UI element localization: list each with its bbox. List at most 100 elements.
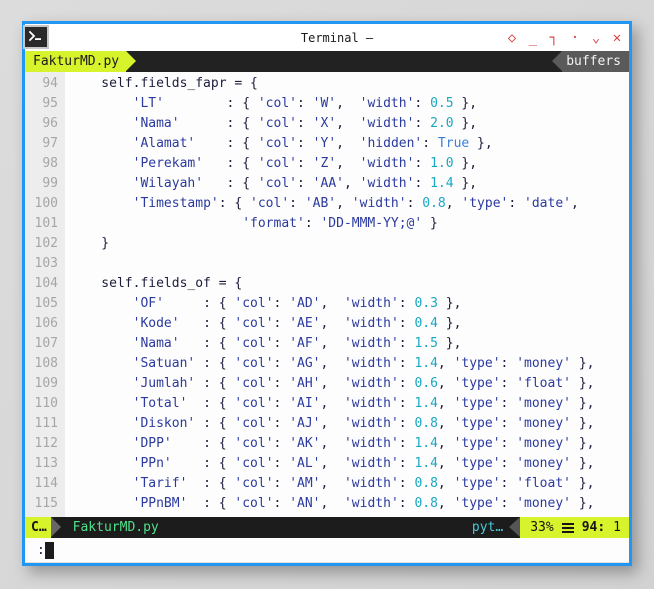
command-line[interactable]: : <box>25 538 629 563</box>
code-token-str: 'width' <box>359 116 415 131</box>
code-token-str: 'width' <box>359 96 415 111</box>
maximize-button[interactable]: ┐ <box>546 29 562 47</box>
buffers-separator-arrow-icon <box>552 51 563 71</box>
tab-fakturmd-py[interactable]: FakturMD.py <box>25 51 127 72</box>
code-token-plain: , <box>320 316 344 331</box>
code-token-num: 0.6 <box>414 376 438 391</box>
code-line[interactable]: 'Diskon' : { 'col': 'AJ', 'width': 0.8, … <box>70 414 629 434</box>
tab-line-filler <box>136 51 553 72</box>
code-token-str: 'col' <box>234 356 274 371</box>
code-token-str: 'width' <box>343 356 399 371</box>
code-line[interactable]: } <box>70 514 629 517</box>
code-token-str: 'width' <box>343 496 399 511</box>
code-line[interactable]: 'Nama' : { 'col': 'AF', 'width': 1.5 }, <box>70 334 629 354</box>
line-number: 102 <box>34 236 58 251</box>
code-token-num: 1.4 <box>414 396 438 411</box>
editor-area[interactable]: 94 95 96 97 98 99 100 101 102 103 104 105 106 107 108 1… <box>25 72 629 517</box>
command-prompt: : <box>37 542 45 558</box>
code-token-plain: : { <box>195 356 235 371</box>
code-line[interactable]: 'Wilayah' : { 'col': 'AA', 'width': 1.4 … <box>70 174 629 194</box>
line-number: 105 <box>34 296 58 311</box>
code-token-plain: : <box>508 196 525 211</box>
code-line[interactable]: 'DPP' : { 'col': 'AK', 'width': 1.4, 'ty… <box>70 434 629 454</box>
line-number: 115 <box>34 496 58 511</box>
line-number: 96 <box>42 116 58 131</box>
code-line[interactable]: 'Total' : { 'col': 'AI', 'width': 1.4, '… <box>70 394 629 414</box>
code-token-plain: : <box>297 96 313 111</box>
shade-button[interactable]: ◇ <box>504 29 520 47</box>
line-number: 103 <box>34 256 58 271</box>
lower-button[interactable]: ⌄ <box>588 29 604 47</box>
code-line[interactable]: self.fields_of = { <box>70 274 629 294</box>
code-token-str: 'type' <box>453 436 501 451</box>
code-token-str: 'AJ' <box>289 416 321 431</box>
code-line[interactable]: 'OF' : { 'col': 'AD', 'width': 0.3 }, <box>70 294 629 314</box>
code-line[interactable]: 'Tarif' : { 'col': 'AM', 'width': 0.8, '… <box>70 474 629 494</box>
code-token-str: 'col' <box>234 456 274 471</box>
code-line[interactable]: self.fields_fapr = { <box>70 74 629 94</box>
code-line[interactable]: 'Kode' : { 'col': 'AE', 'width': 0.4 }, <box>70 314 629 334</box>
code-line[interactable]: 'Perekam' : { 'col': 'Z', 'width': 1.0 }… <box>70 154 629 174</box>
close-button[interactable]: ✕ <box>609 29 625 47</box>
code-token-plain: : <box>500 436 517 451</box>
code-content[interactable]: self.fields_fapr = { 'LT' : { 'col': 'W'… <box>65 72 629 517</box>
code-token-str: 'Diskon' <box>132 416 196 431</box>
code-token-str: 'Nama' <box>132 336 180 351</box>
code-token-str: 'Tarif' <box>132 476 188 491</box>
status-line-number: 94: <box>581 520 606 535</box>
code-token-str: 'DD-MMM-YY;@' <box>320 216 423 231</box>
code-line[interactable]: 'PPnBM' : { 'col': 'AN', 'width': 0.8, '… <box>70 494 629 514</box>
code-token-plain: }, <box>571 496 595 511</box>
code-line[interactable]: 'Satuan' : { 'col': 'AG', 'width': 1.4, … <box>70 354 629 374</box>
code-token-plain: , <box>320 396 344 411</box>
code-line[interactable]: 'Alamat' : { 'col': 'Y', 'hidden': True … <box>70 134 629 154</box>
code-token-num: 1.4 <box>430 176 454 191</box>
code-line[interactable]: 'format': 'DD-MMM-YY;@' } <box>70 214 629 234</box>
code-token-plain: : { <box>195 136 258 151</box>
code-line[interactable] <box>70 254 629 274</box>
code-line[interactable]: 'Nama' : { 'col': 'X', 'width': 2.0 }, <box>70 114 629 134</box>
code-token-str: 'col' <box>257 136 298 151</box>
code-token-str: 'col' <box>257 156 298 171</box>
code-token-plain: : <box>273 456 290 471</box>
code-line[interactable]: 'Timestamp': { 'col': 'AB', 'width': 0.8… <box>70 194 629 214</box>
code-token-plain: , <box>437 416 454 431</box>
code-token-str: 'Nama' <box>132 116 180 131</box>
line-number: 95 <box>42 96 58 111</box>
code-token-str: 'AH' <box>289 376 321 391</box>
code-token-plain: : { <box>163 96 258 111</box>
code-token-str: 'money' <box>516 456 571 471</box>
code-token-str: 'width' <box>343 316 399 331</box>
code-token-str: 'type' <box>453 476 501 491</box>
code-line[interactable]: 'PPn' : { 'col': 'AL', 'width': 1.4, 'ty… <box>70 454 629 474</box>
buffers-label[interactable]: buffers <box>562 51 629 72</box>
line-number: 104 <box>34 276 58 291</box>
code-token-str: 'width' <box>343 336 399 351</box>
code-token-plain: : { <box>179 336 235 351</box>
line-number: 101 <box>34 216 58 231</box>
title-bar[interactable]: Terminal – ◇ _ ┐ · ⌄ ✕ <box>23 24 629 51</box>
code-token-str: 'col' <box>234 396 274 411</box>
code-line[interactable]: } <box>70 234 629 254</box>
code-token-str: 'col' <box>250 196 290 211</box>
code-token-plain: , <box>437 496 454 511</box>
code-token-plain: : <box>500 476 517 491</box>
code-token-plain: : <box>500 456 517 471</box>
status-column-number: 1 <box>613 520 621 535</box>
code-token-str: 'Satuan' <box>132 356 196 371</box>
line-number: 110 <box>34 396 58 411</box>
line-number: 99 <box>42 176 58 191</box>
tab-line: FakturMD.py buffers <box>25 51 629 72</box>
code-token-str: 'width' <box>351 196 407 211</box>
line-number: 106 <box>34 316 58 331</box>
code-line[interactable]: 'Jumlah' : { 'col': 'AH', 'width': 0.6, … <box>70 374 629 394</box>
minimize-button[interactable]: _ <box>525 29 541 47</box>
code-token-plain: } <box>422 216 438 231</box>
code-line[interactable]: 'LT' : { 'col': 'W', 'width': 0.5 }, <box>70 94 629 114</box>
line-number: 113 <box>34 456 58 471</box>
dot-button[interactable]: · <box>567 29 583 47</box>
